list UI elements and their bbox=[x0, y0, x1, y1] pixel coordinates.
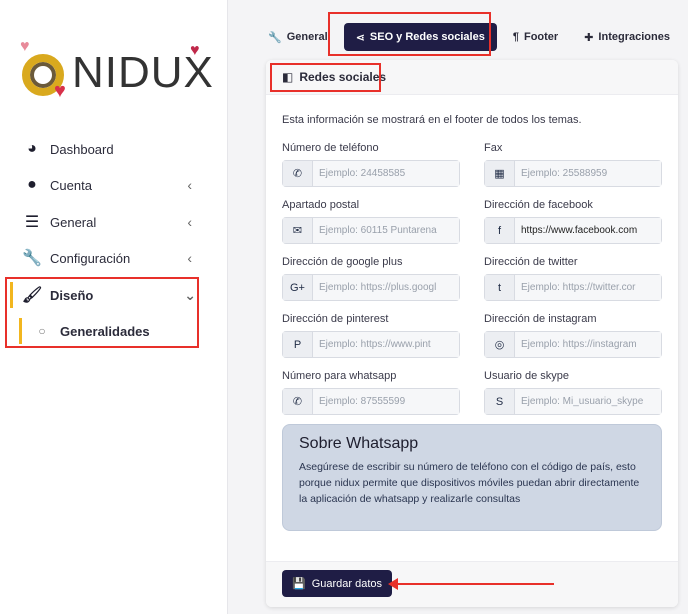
input-group: f bbox=[484, 217, 662, 244]
input-group: ✆ bbox=[282, 160, 460, 187]
pinterest-icon: P bbox=[283, 332, 313, 357]
twitter-input[interactable] bbox=[515, 275, 661, 300]
sliders-icon: ☰ bbox=[24, 214, 40, 231]
wrench-icon: 🔧 bbox=[22, 250, 42, 267]
input-group: ✆ bbox=[282, 388, 460, 415]
save-label: Guardar datos bbox=[311, 577, 383, 590]
field-label: Número para whatsapp bbox=[282, 370, 397, 382]
fax-input[interactable] bbox=[515, 161, 661, 186]
twitter-field: Dirección de twitter t bbox=[484, 256, 662, 301]
tachometer-icon: ◕ bbox=[27, 140, 37, 157]
tab-label: Integraciones bbox=[598, 31, 670, 43]
postal-input[interactable] bbox=[313, 218, 459, 243]
chevron-left-icon: ‹ bbox=[187, 177, 192, 193]
sidebar-item-label: Dashboard bbox=[50, 141, 114, 157]
field-label: Dirección de facebook bbox=[484, 199, 593, 211]
field-label: Dirección de pinterest bbox=[282, 313, 389, 325]
instagram-input[interactable] bbox=[515, 332, 661, 357]
highlight-box bbox=[328, 12, 491, 56]
user-circle-icon: ● bbox=[27, 176, 37, 193]
instagram-field: Dirección de instagram ◎ bbox=[484, 313, 662, 358]
input-group: P bbox=[282, 331, 460, 358]
pinterest-input[interactable] bbox=[313, 332, 459, 357]
highlight-box bbox=[270, 63, 381, 92]
fax-icon: ▦ bbox=[485, 161, 515, 186]
sidebar-item-configuracion[interactable]: 🔧 Configuración ‹ bbox=[22, 246, 202, 270]
phone-field: Número de teléfono ✆ bbox=[282, 142, 460, 187]
google-plus-icon: G+ bbox=[283, 275, 313, 300]
highlight-box bbox=[5, 277, 199, 348]
whatsapp-icon: ✆ bbox=[283, 389, 313, 414]
skype-field: Usuario de skype S bbox=[484, 370, 662, 415]
whatsapp-input[interactable] bbox=[313, 389, 459, 414]
phone-input[interactable] bbox=[313, 161, 459, 186]
wrench-icon: 🔧 bbox=[268, 31, 282, 44]
chevron-left-icon: ‹ bbox=[187, 214, 192, 230]
heart-icon: ♥ bbox=[20, 38, 30, 55]
phone-icon: ✆ bbox=[283, 161, 313, 186]
tab-integraciones[interactable]: ✚ Integraciones bbox=[578, 23, 676, 51]
twitter-icon: t bbox=[485, 275, 515, 300]
input-group: ✉ bbox=[282, 217, 460, 244]
field-label: Apartado postal bbox=[282, 199, 360, 211]
facebook-field: Dirección de facebook f bbox=[484, 199, 662, 244]
heart-icon: ♥ bbox=[54, 80, 66, 102]
input-group: t bbox=[484, 274, 662, 301]
sidebar-item-general[interactable]: ☰ General ‹ bbox=[22, 210, 202, 234]
input-group: ◎ bbox=[484, 331, 662, 358]
logo-text: NIDUX bbox=[72, 48, 214, 97]
annotation-arrow bbox=[388, 578, 554, 590]
save-button[interactable]: 💾 Guardar datos bbox=[282, 570, 393, 597]
google-plus-field: Dirección de google plus G+ bbox=[282, 256, 460, 301]
tab-general[interactable]: 🔧 General bbox=[262, 23, 334, 51]
sidebar-item-cuenta[interactable]: ● Cuenta ‹ bbox=[22, 173, 202, 197]
puzzle-icon: ✚ bbox=[584, 31, 594, 44]
facebook-input[interactable] bbox=[515, 218, 661, 243]
info-text: Asegúrese de escribir su número de teléf… bbox=[299, 461, 640, 505]
nidux-logo[interactable]: ♥ ♥ ♥ NIDUX bbox=[20, 38, 213, 102]
info-title: Sobre Whatsapp bbox=[299, 435, 419, 452]
field-label: Número de teléfono bbox=[282, 142, 379, 154]
field-label: Dirección de google plus bbox=[282, 256, 403, 268]
instagram-icon: ◎ bbox=[485, 332, 515, 357]
tab-label: Footer bbox=[523, 31, 559, 43]
skype-icon: S bbox=[485, 389, 515, 414]
chevron-left-icon: ‹ bbox=[187, 250, 192, 266]
floppy-disk-icon: 💾 bbox=[292, 578, 306, 590]
facebook-icon: f bbox=[485, 218, 515, 243]
field-label: Dirección de instagram bbox=[484, 313, 597, 325]
fax-field: Fax ▦ bbox=[484, 142, 662, 187]
sidebar-item-label: Cuenta bbox=[50, 177, 92, 193]
sidebar: ♥ ♥ ♥ NIDUX ◕ Dashboard ● Cuenta ‹ ☰ General… bbox=[0, 0, 228, 614]
field-label: Fax bbox=[484, 142, 503, 154]
tab-footer[interactable]: ¶ Footer bbox=[507, 23, 564, 51]
paragraph-icon: ¶ bbox=[512, 31, 519, 43]
sidebar-item-dashboard[interactable]: ◕ Dashboard bbox=[22, 137, 202, 161]
whatsapp-field: Número para whatsapp ✆ bbox=[282, 370, 460, 415]
social-card: ◧ Redes sociales Esta información se most… bbox=[266, 60, 678, 607]
input-group: ▦ bbox=[484, 160, 662, 187]
input-group: S bbox=[484, 388, 662, 415]
postal-field: Apartado postal ✉ bbox=[282, 199, 460, 244]
sidebar-item-label: Configuración bbox=[50, 250, 131, 266]
input-group: G+ bbox=[282, 274, 460, 301]
sidebar-item-label: General bbox=[50, 214, 97, 230]
envelope-icon: ✉ bbox=[283, 218, 313, 243]
skype-input[interactable] bbox=[515, 389, 661, 414]
intro-text: Esta información se mostrará en el foote… bbox=[282, 114, 582, 126]
tab-label: General bbox=[286, 31, 328, 43]
pinterest-field: Dirección de pinterest P bbox=[282, 313, 460, 358]
field-label: Dirección de twitter bbox=[484, 256, 578, 268]
field-label: Usuario de skype bbox=[484, 370, 569, 382]
whatsapp-info-box: Sobre Whatsapp Asegúrese de escribir su … bbox=[282, 424, 662, 531]
google-plus-input[interactable] bbox=[313, 275, 459, 300]
